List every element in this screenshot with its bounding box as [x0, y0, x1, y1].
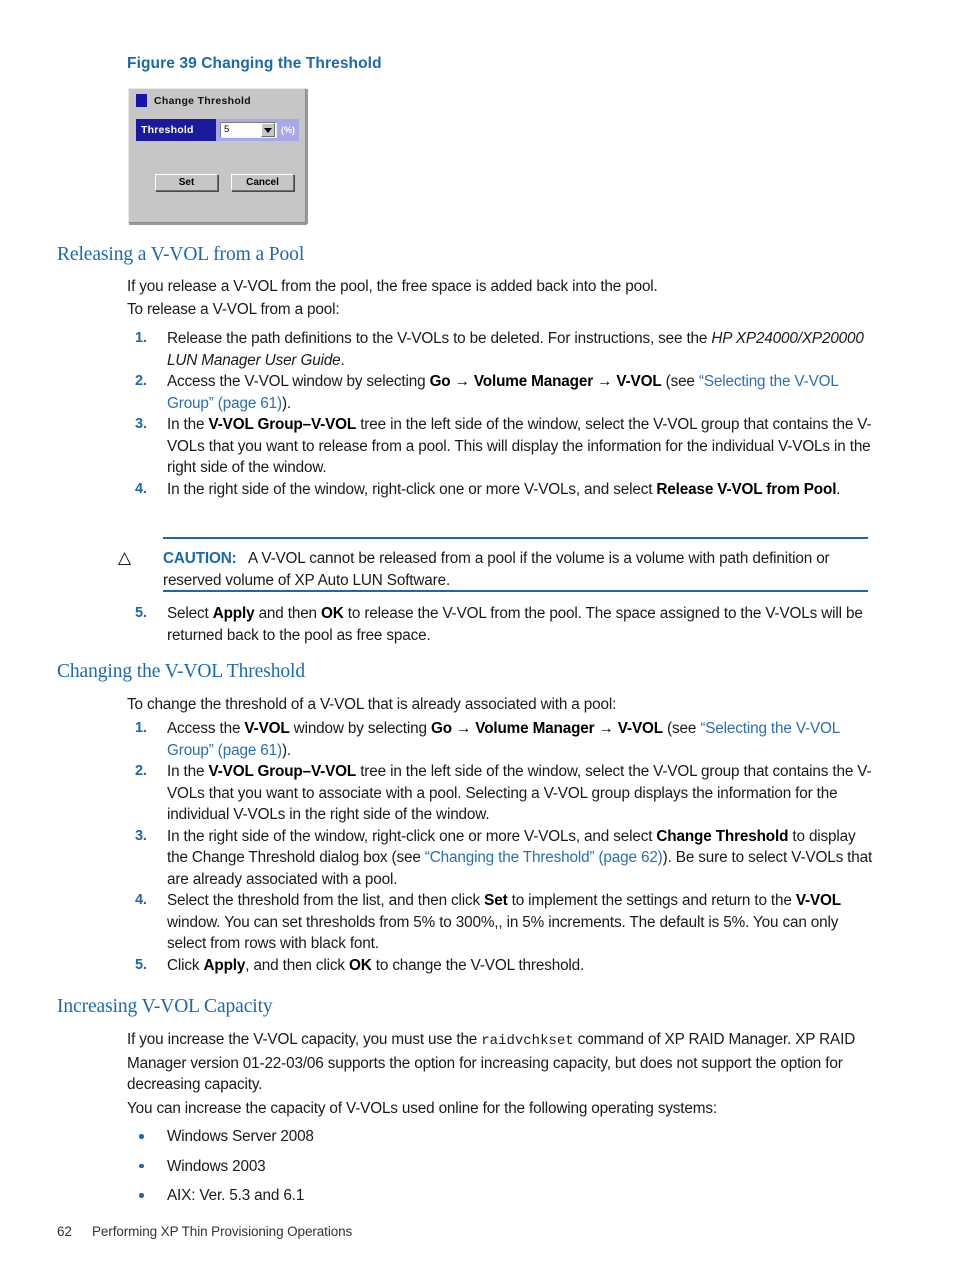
list-item: 2. Access the V-VOL window by selecting … [127, 371, 879, 414]
heading-changing-vvol-threshold: Changing the V-VOL Threshold [57, 661, 305, 682]
list-item: 4. Select the threshold from the list, a… [127, 890, 879, 955]
list-item-number: 4. [135, 892, 147, 908]
dialog-button-bar: Set Cancel [155, 174, 294, 191]
dialog-title: Change Threshold [154, 94, 251, 107]
list-item-text: In the V-VOL Group–V-VOL tree in the lef… [167, 416, 872, 476]
bullet-icon [139, 1163, 144, 1168]
list-item-number: 3. [135, 827, 147, 844]
section1-steps-after: 5. Select Apply and then OK to release t… [127, 603, 879, 646]
dialog-titlebar: Change Threshold [136, 94, 251, 107]
cancel-button[interactable]: Cancel [231, 174, 294, 191]
list-item: 3. In the V-VOL Group–V-VOL tree in the … [127, 414, 879, 479]
list-item: 1. Access the V-VOL window by selecting … [127, 718, 879, 761]
list-item-text: Access the V-VOL window by selecting Go … [167, 373, 839, 412]
list-item-text: Select the threshold from the list, and … [167, 892, 841, 952]
list-item: 4. In the right side of the window, righ… [127, 479, 879, 501]
figure-shadow-bottom [129, 223, 307, 225]
section3-intro-1: If you increase the V-VOL capacity, you … [127, 1031, 856, 1093]
heading-releasing-vvol: Releasing a V-VOL from a Pool [57, 244, 305, 265]
threshold-select[interactable]: 5 [220, 122, 277, 138]
list-item-text: In the V-VOL Group–V-VOL tree in the lef… [167, 763, 872, 823]
list-item-text: Access the V-VOL window by selecting Go … [167, 720, 840, 759]
threshold-unit: (%) [281, 124, 295, 135]
threshold-label: Threshold [136, 119, 216, 141]
caution-rule-top [163, 537, 868, 539]
section3-intro-2: You can increase the capacity of V-VOLs … [127, 1100, 717, 1117]
section1-intro-1: If you release a V-VOL from the pool, th… [127, 278, 658, 295]
list-item: Windows Server 2008 [127, 1126, 879, 1148]
section1-steps: 1. Release the path definitions to the V… [127, 328, 879, 500]
list-item-text: Release the path definitions to the V-VO… [167, 330, 864, 369]
window-icon [136, 94, 147, 107]
section2-intro-1: To change the threshold of a V-VOL that … [127, 696, 617, 713]
threshold-row: Threshold 5 (%) [136, 119, 299, 141]
list-item-text: Select Apply and then OK to release the … [167, 605, 863, 644]
list-item-number: 5. [135, 956, 147, 973]
list-item-number: 1. [135, 330, 147, 346]
list-item-text: Windows 2003 [167, 1157, 266, 1175]
bullet-icon [139, 1134, 144, 1139]
caution-rule-bottom [163, 590, 868, 592]
list-item-text: Click Apply, and then click OK to change… [167, 956, 585, 974]
list-item-number: 2. [135, 373, 147, 389]
list-item: 3. In the right side of the window, righ… [127, 826, 879, 891]
figure-dialog-frame [128, 88, 306, 223]
caution-text: CAUTION: A V-VOL cannot be released from… [163, 548, 873, 591]
chevron-down-icon[interactable] [261, 123, 275, 137]
section1-intro-2: To release a V-VOL from a pool: [127, 301, 340, 318]
list-item-number: 1. [135, 720, 147, 736]
section2-steps: 1. Access the V-VOL window by selecting … [127, 718, 879, 976]
footer-chapter-title: Performing XP Thin Provisioning Operatio… [92, 1224, 353, 1239]
caution-label: CAUTION: [163, 550, 237, 567]
section3-bullets: Windows Server 2008 Windows 2003 AIX: Ve… [127, 1126, 879, 1215]
heading-increasing-vvol-capacity: Increasing V-VOL Capacity [57, 996, 273, 1017]
list-item: 2. In the V-VOL Group–V-VOL tree in the … [127, 761, 879, 826]
caution-triangle-icon: △ [118, 548, 132, 568]
document-page: Figure 39 Changing the Threshold Change … [0, 0, 954, 1271]
list-item-text: In the right side of the window, right-c… [167, 827, 873, 888]
list-item-number: 2. [135, 763, 147, 779]
list-item-text: Windows Server 2008 [167, 1128, 314, 1145]
list-item: AIX: Ver. 5.3 and 6.1 [127, 1185, 879, 1207]
footer-page-number: 62 [57, 1224, 72, 1239]
list-item: 5. Select Apply and then OK to release t… [127, 603, 879, 646]
list-item: 5. Click Apply, and then click OK to cha… [127, 955, 879, 977]
set-button[interactable]: Set [155, 174, 218, 191]
caution-body: A V-VOL cannot be released from a pool i… [163, 550, 830, 589]
figure-shadow-right [306, 89, 308, 224]
list-item-number: 3. [135, 416, 147, 432]
bullet-icon [139, 1193, 144, 1198]
list-item-number: 4. [135, 480, 147, 497]
threshold-value: 5 [224, 124, 230, 136]
list-item-text: AIX: Ver. 5.3 and 6.1 [167, 1187, 305, 1204]
list-item-number: 5. [135, 605, 147, 621]
list-item: 1. Release the path definitions to the V… [127, 328, 879, 371]
list-item: Windows 2003 [127, 1156, 879, 1178]
figure-caption: Figure 39 Changing the Threshold [127, 55, 382, 72]
threshold-combo-area: 5 (%) [216, 119, 299, 141]
list-item-text: In the right side of the window, right-c… [167, 480, 841, 498]
